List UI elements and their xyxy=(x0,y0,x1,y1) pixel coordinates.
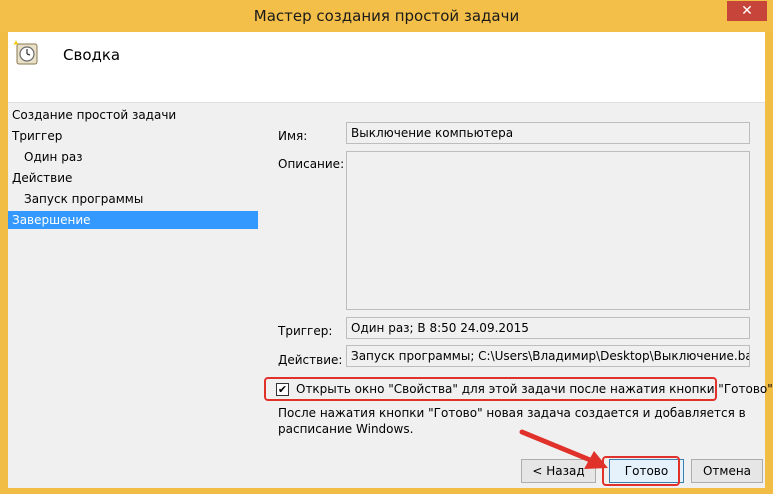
step-create-task: Создание простой задачи xyxy=(12,108,177,122)
window-title: Мастер создания простой задачи xyxy=(253,7,520,25)
open-properties-checkbox[interactable]: ✔ xyxy=(276,383,289,396)
back-button[interactable]: < Назад xyxy=(521,459,596,483)
name-field[interactable]: Выключение компьютера xyxy=(346,122,750,144)
action-field[interactable]: Запуск программы; C:\Users\Владимир\Desk… xyxy=(346,345,750,367)
action-label: Действие: xyxy=(278,353,343,367)
trigger-field[interactable]: Один раз; В 8:50 24.09.2015 xyxy=(346,317,750,339)
step-action: Действие xyxy=(12,171,73,185)
cancel-button[interactable]: Отмена xyxy=(691,459,763,483)
task-clock-icon xyxy=(13,40,38,65)
step-finish: Завершение xyxy=(8,211,258,229)
open-properties-option: ✔ Открыть окно "Свойства" для этой задач… xyxy=(264,377,773,401)
description-field[interactable] xyxy=(346,151,750,310)
description-label: Описание: xyxy=(278,157,345,171)
trigger-label: Триггер: xyxy=(278,324,333,338)
step-trigger: Триггер xyxy=(12,129,63,143)
close-icon: ✕ xyxy=(741,3,753,19)
page-title: Сводка xyxy=(63,46,121,64)
step-one-time: Один раз xyxy=(24,150,83,164)
finish-button[interactable]: Готово xyxy=(609,459,684,483)
wizard-steps: Создание простой задачи Триггер Один раз… xyxy=(8,104,266,488)
wizard-window: Мастер создания простой задачи ✕ Сводка … xyxy=(0,0,773,494)
open-properties-label[interactable]: Открыть окно "Свойства" для этой задачи … xyxy=(296,382,773,396)
title-bar[interactable]: Мастер создания простой задачи ✕ xyxy=(0,0,773,32)
name-label: Имя: xyxy=(278,129,308,143)
close-button[interactable]: ✕ xyxy=(727,1,767,21)
finish-note: После нажатия кнопки "Готово" новая зада… xyxy=(278,406,746,436)
wizard-header: Сводка xyxy=(8,32,765,103)
wizard-client-area: Сводка Создание простой задачи Триггер О… xyxy=(8,32,773,488)
checkmark-icon: ✔ xyxy=(277,383,288,396)
step-start-program: Запуск программы xyxy=(24,192,144,206)
